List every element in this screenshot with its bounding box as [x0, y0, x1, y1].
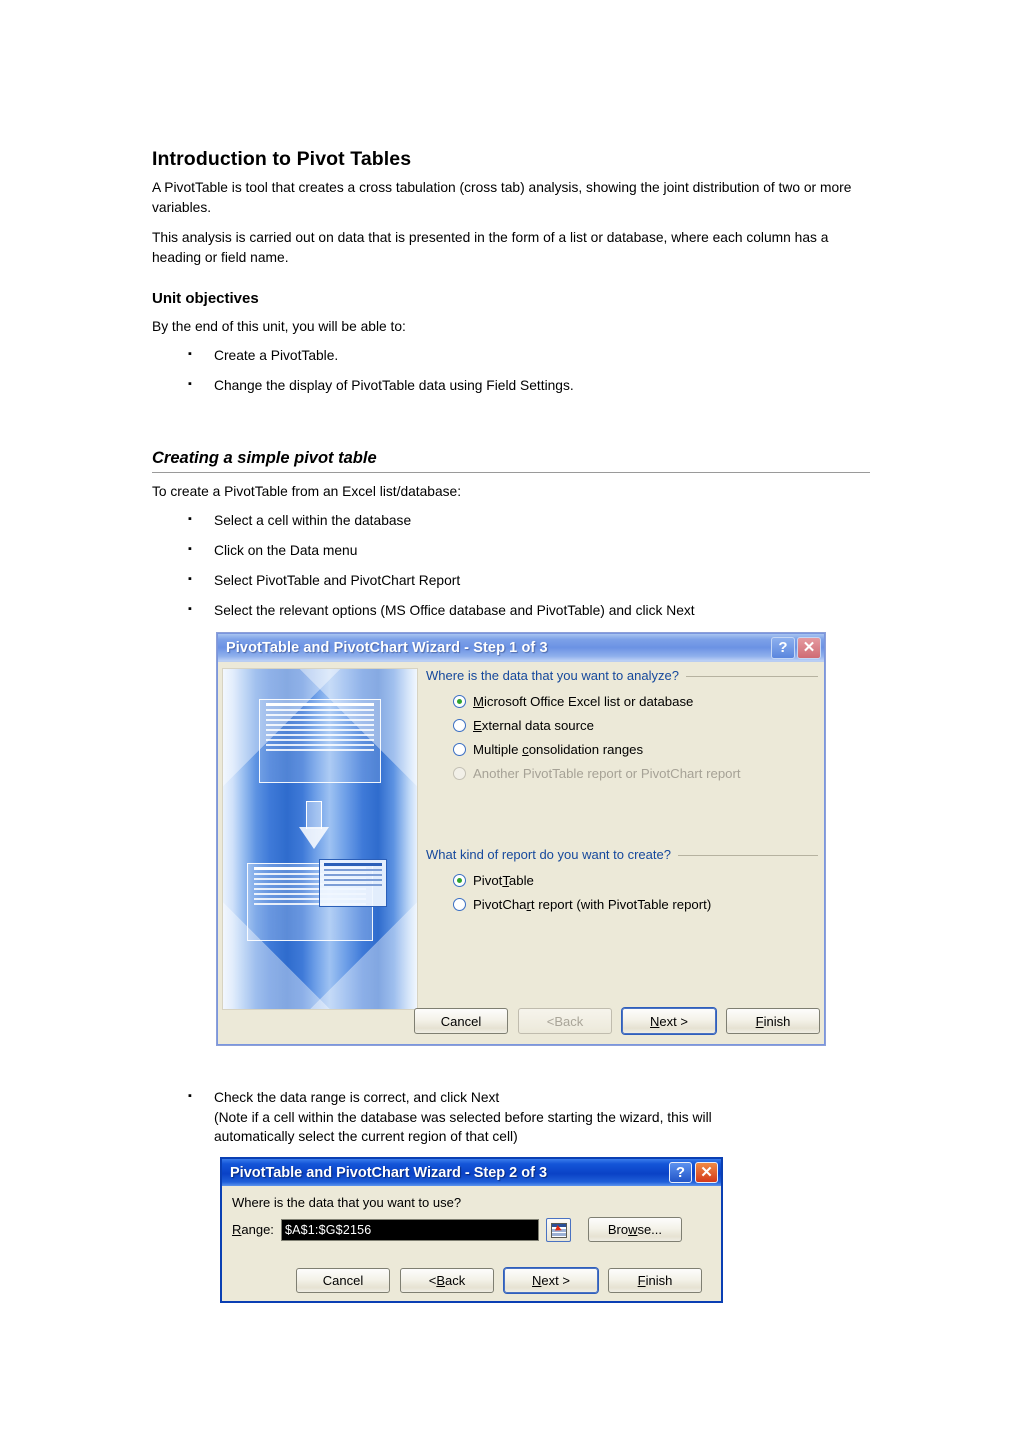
- radio-button-icon[interactable]: [453, 694, 466, 708]
- radio-button-icon[interactable]: [453, 873, 466, 887]
- radio-label: Microsoft Office Excel list or database: [473, 693, 694, 709]
- list-item: Click on the Data menu: [152, 540, 695, 561]
- radio-label: External data source: [473, 717, 594, 733]
- check-line-2: (Note if a cell within the database was …: [214, 1109, 712, 1125]
- check-range-list: Check the data range is correct, and cli…: [152, 1087, 712, 1157]
- check-line-1: Check the data range is correct, and cli…: [214, 1090, 500, 1105]
- close-icon[interactable]: ✕: [797, 636, 821, 659]
- cancel-button[interactable]: Cancel: [414, 1008, 508, 1034]
- data-source-legend-label: Where is the data that you want to analy…: [426, 668, 679, 683]
- list-item: Select PivotTable and PivotChart Report: [152, 570, 695, 591]
- wizard-illustration-image: [222, 668, 418, 1010]
- radio-option-another-report: Another PivotTable report or PivotChart …: [453, 761, 818, 785]
- range-row: Range: $A$1:$G$2156 Bro w se...: [232, 1217, 711, 1242]
- report-type-radio-group: PivotTable PivotChart report (with Pivot…: [453, 868, 818, 916]
- intro-paragraph-2: This analysis is carried out on data tha…: [152, 230, 829, 265]
- radio-option-excel-list[interactable]: Microsoft Office Excel list or database: [453, 689, 818, 713]
- list-item: Check the data range is correct, and cli…: [152, 1087, 712, 1147]
- illustration-source-table: [259, 699, 381, 783]
- report-type-legend-label: What kind of report do you want to creat…: [426, 847, 671, 862]
- page-title: Introduction to Pivot Tables: [152, 148, 412, 170]
- dialog-titlebar[interactable]: PivotTable and PivotChart Wizard - Step …: [222, 1159, 721, 1186]
- dialog-title: PivotTable and PivotChart Wizard - Step …: [226, 639, 548, 656]
- collapse-dialog-icon[interactable]: [545, 1217, 571, 1242]
- illustration-pivot-overlay: [319, 859, 387, 907]
- report-type-groupbox: What kind of report do you want to creat…: [426, 847, 818, 916]
- range-prompt: Where is the data that you want to use?: [232, 1195, 462, 1210]
- wizard-options-pane: Where is the data that you want to analy…: [426, 668, 818, 916]
- data-source-legend: Where is the data that you want to analy…: [426, 668, 818, 683]
- groupbox-rule: [677, 855, 818, 856]
- intro-paragraph-1: A PivotTable is tool that creates a cros…: [152, 180, 852, 215]
- groupbox-rule: [685, 676, 818, 677]
- dialog-body: Where is the data that you want to analy…: [218, 662, 824, 1044]
- dialog-title: PivotTable and PivotChart Wizard - Step …: [230, 1164, 548, 1181]
- radio-button-icon: [453, 766, 466, 780]
- finish-button[interactable]: Finish: [726, 1008, 820, 1034]
- range-input-value: $A$1:$G$2156: [284, 1222, 372, 1237]
- section-lead: To create a PivotTable from an Excel lis…: [152, 484, 462, 499]
- radio-label: Another PivotTable report or PivotChart …: [473, 765, 741, 781]
- steps-list: Select a cell within the database Click …: [152, 510, 695, 631]
- back-button[interactable]: < Back: [400, 1268, 494, 1293]
- data-source-groupbox: Where is the data that you want to analy…: [426, 668, 818, 785]
- list-item: Select the relevant options (MS Office d…: [152, 600, 695, 621]
- range-input[interactable]: $A$1:$G$2156: [280, 1218, 539, 1241]
- finish-button[interactable]: Finish: [608, 1268, 702, 1293]
- section-heading: Creating a simple pivot table: [152, 449, 870, 473]
- range-label: Range:: [232, 1222, 274, 1237]
- radio-option-consolidation-ranges[interactable]: Multiple consolidation ranges: [453, 737, 818, 761]
- objectives-heading: Unit objectives: [152, 290, 259, 307]
- objectives-list: Create a PivotTable. Change the display …: [152, 345, 574, 406]
- radio-button-icon[interactable]: [453, 718, 466, 732]
- back-button: < Back: [518, 1008, 612, 1034]
- list-item: Select a cell within the database: [152, 510, 695, 531]
- dialog2-button-row: Cancel < Back Next > Finish: [296, 1268, 702, 1293]
- dialog-body: Where is the data that you want to use? …: [222, 1186, 721, 1301]
- radio-option-pivottable[interactable]: PivotTable: [453, 868, 818, 892]
- radio-option-pivotchart[interactable]: PivotChart report (with PivotTable repor…: [453, 892, 818, 916]
- pivottable-wizard-step2-dialog: PivotTable and PivotChart Wizard - Step …: [220, 1157, 723, 1303]
- radio-button-icon[interactable]: [453, 742, 466, 756]
- cancel-button[interactable]: Cancel: [296, 1268, 390, 1293]
- pivottable-wizard-step1-dialog: PivotTable and PivotChart Wizard - Step …: [217, 633, 825, 1045]
- dialog1-button-row: Cancel < Back Next > Finish: [414, 1008, 820, 1034]
- help-icon[interactable]: ?: [669, 1162, 692, 1183]
- next-button[interactable]: Next >: [622, 1008, 716, 1034]
- data-source-radio-group: Microsoft Office Excel list or database …: [453, 689, 818, 785]
- objectives-lead: By the end of this unit, you will be abl…: [152, 319, 406, 334]
- report-type-legend: What kind of report do you want to creat…: [426, 847, 818, 862]
- down-arrow-icon: [299, 801, 329, 849]
- dialog-titlebar[interactable]: PivotTable and PivotChart Wizard - Step …: [218, 634, 824, 662]
- next-button[interactable]: Next >: [504, 1268, 598, 1293]
- radio-label: PivotTable: [473, 872, 534, 888]
- check-line-3: automatically select the current region …: [214, 1129, 518, 1145]
- close-icon[interactable]: ✕: [695, 1162, 718, 1183]
- list-item: Change the display of PivotTable data us…: [152, 375, 574, 396]
- radio-button-icon[interactable]: [453, 897, 466, 911]
- list-item: Create a PivotTable.: [152, 345, 574, 366]
- radio-label: Multiple consolidation ranges: [473, 741, 644, 757]
- radio-label: PivotChart report (with PivotTable repor…: [473, 896, 712, 912]
- help-icon[interactable]: ?: [771, 636, 795, 659]
- radio-option-external-data[interactable]: External data source: [453, 713, 818, 737]
- browse-button[interactable]: Bro w se...: [587, 1217, 682, 1242]
